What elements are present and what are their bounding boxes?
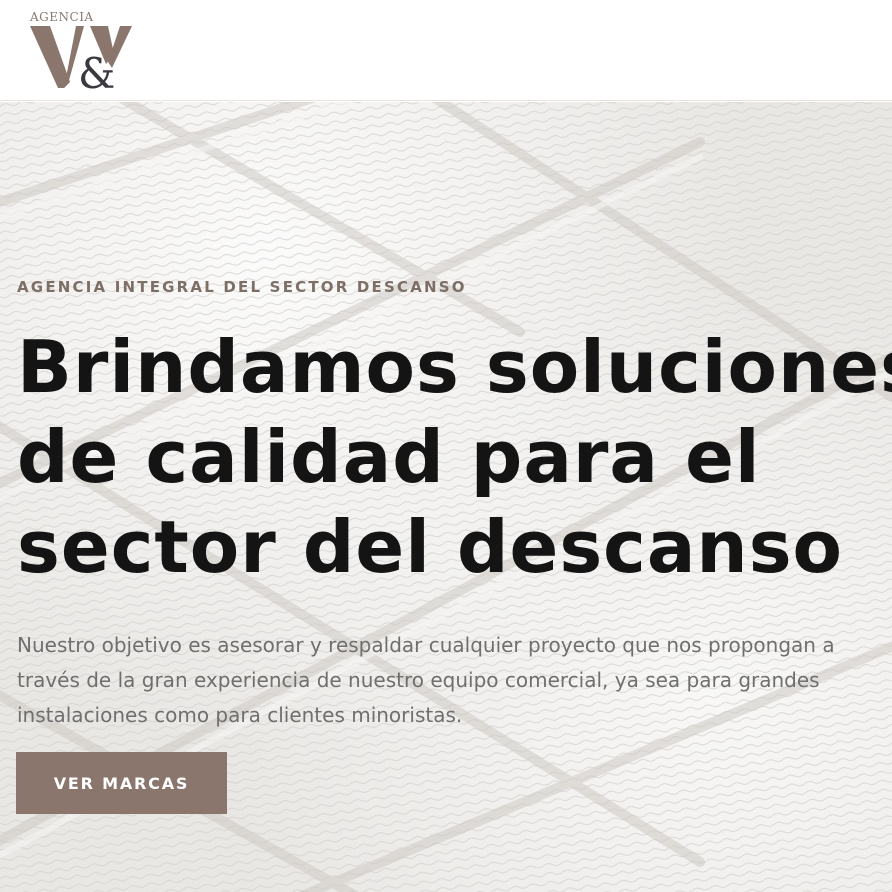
logo-monogram-icon: &: [30, 26, 132, 94]
hero-description: Nuestro objetivo es asesorar y respaldar…: [17, 628, 892, 733]
description-line: Nuestro objetivo es asesorar y respaldar…: [17, 633, 835, 657]
agency-logo[interactable]: AGENCIA &: [28, 8, 138, 94]
description-line: través de la gran experiencia de nuestro…: [17, 668, 820, 692]
hero-eyebrow: AGENCIA INTEGRAL DEL SECTOR DESCANSO: [17, 278, 467, 296]
ver-marcas-button[interactable]: VER MARCAS: [16, 752, 227, 814]
logo-agency-text: AGENCIA: [30, 10, 94, 24]
svg-text:&: &: [78, 49, 115, 94]
headline-line: Brindamos soluciones: [17, 325, 892, 409]
hero-section: AGENCIA INTEGRAL DEL SECTOR DESCANSO Bri…: [0, 102, 892, 892]
description-line: instalaciones como para clientes minoris…: [17, 703, 463, 727]
headline-line: de calidad para el: [17, 415, 761, 499]
headline-line: sector del descanso: [17, 505, 844, 589]
hero-headline: Brindamos soluciones de calidad para el …: [17, 322, 892, 592]
site-header: AGENCIA &: [0, 0, 892, 101]
